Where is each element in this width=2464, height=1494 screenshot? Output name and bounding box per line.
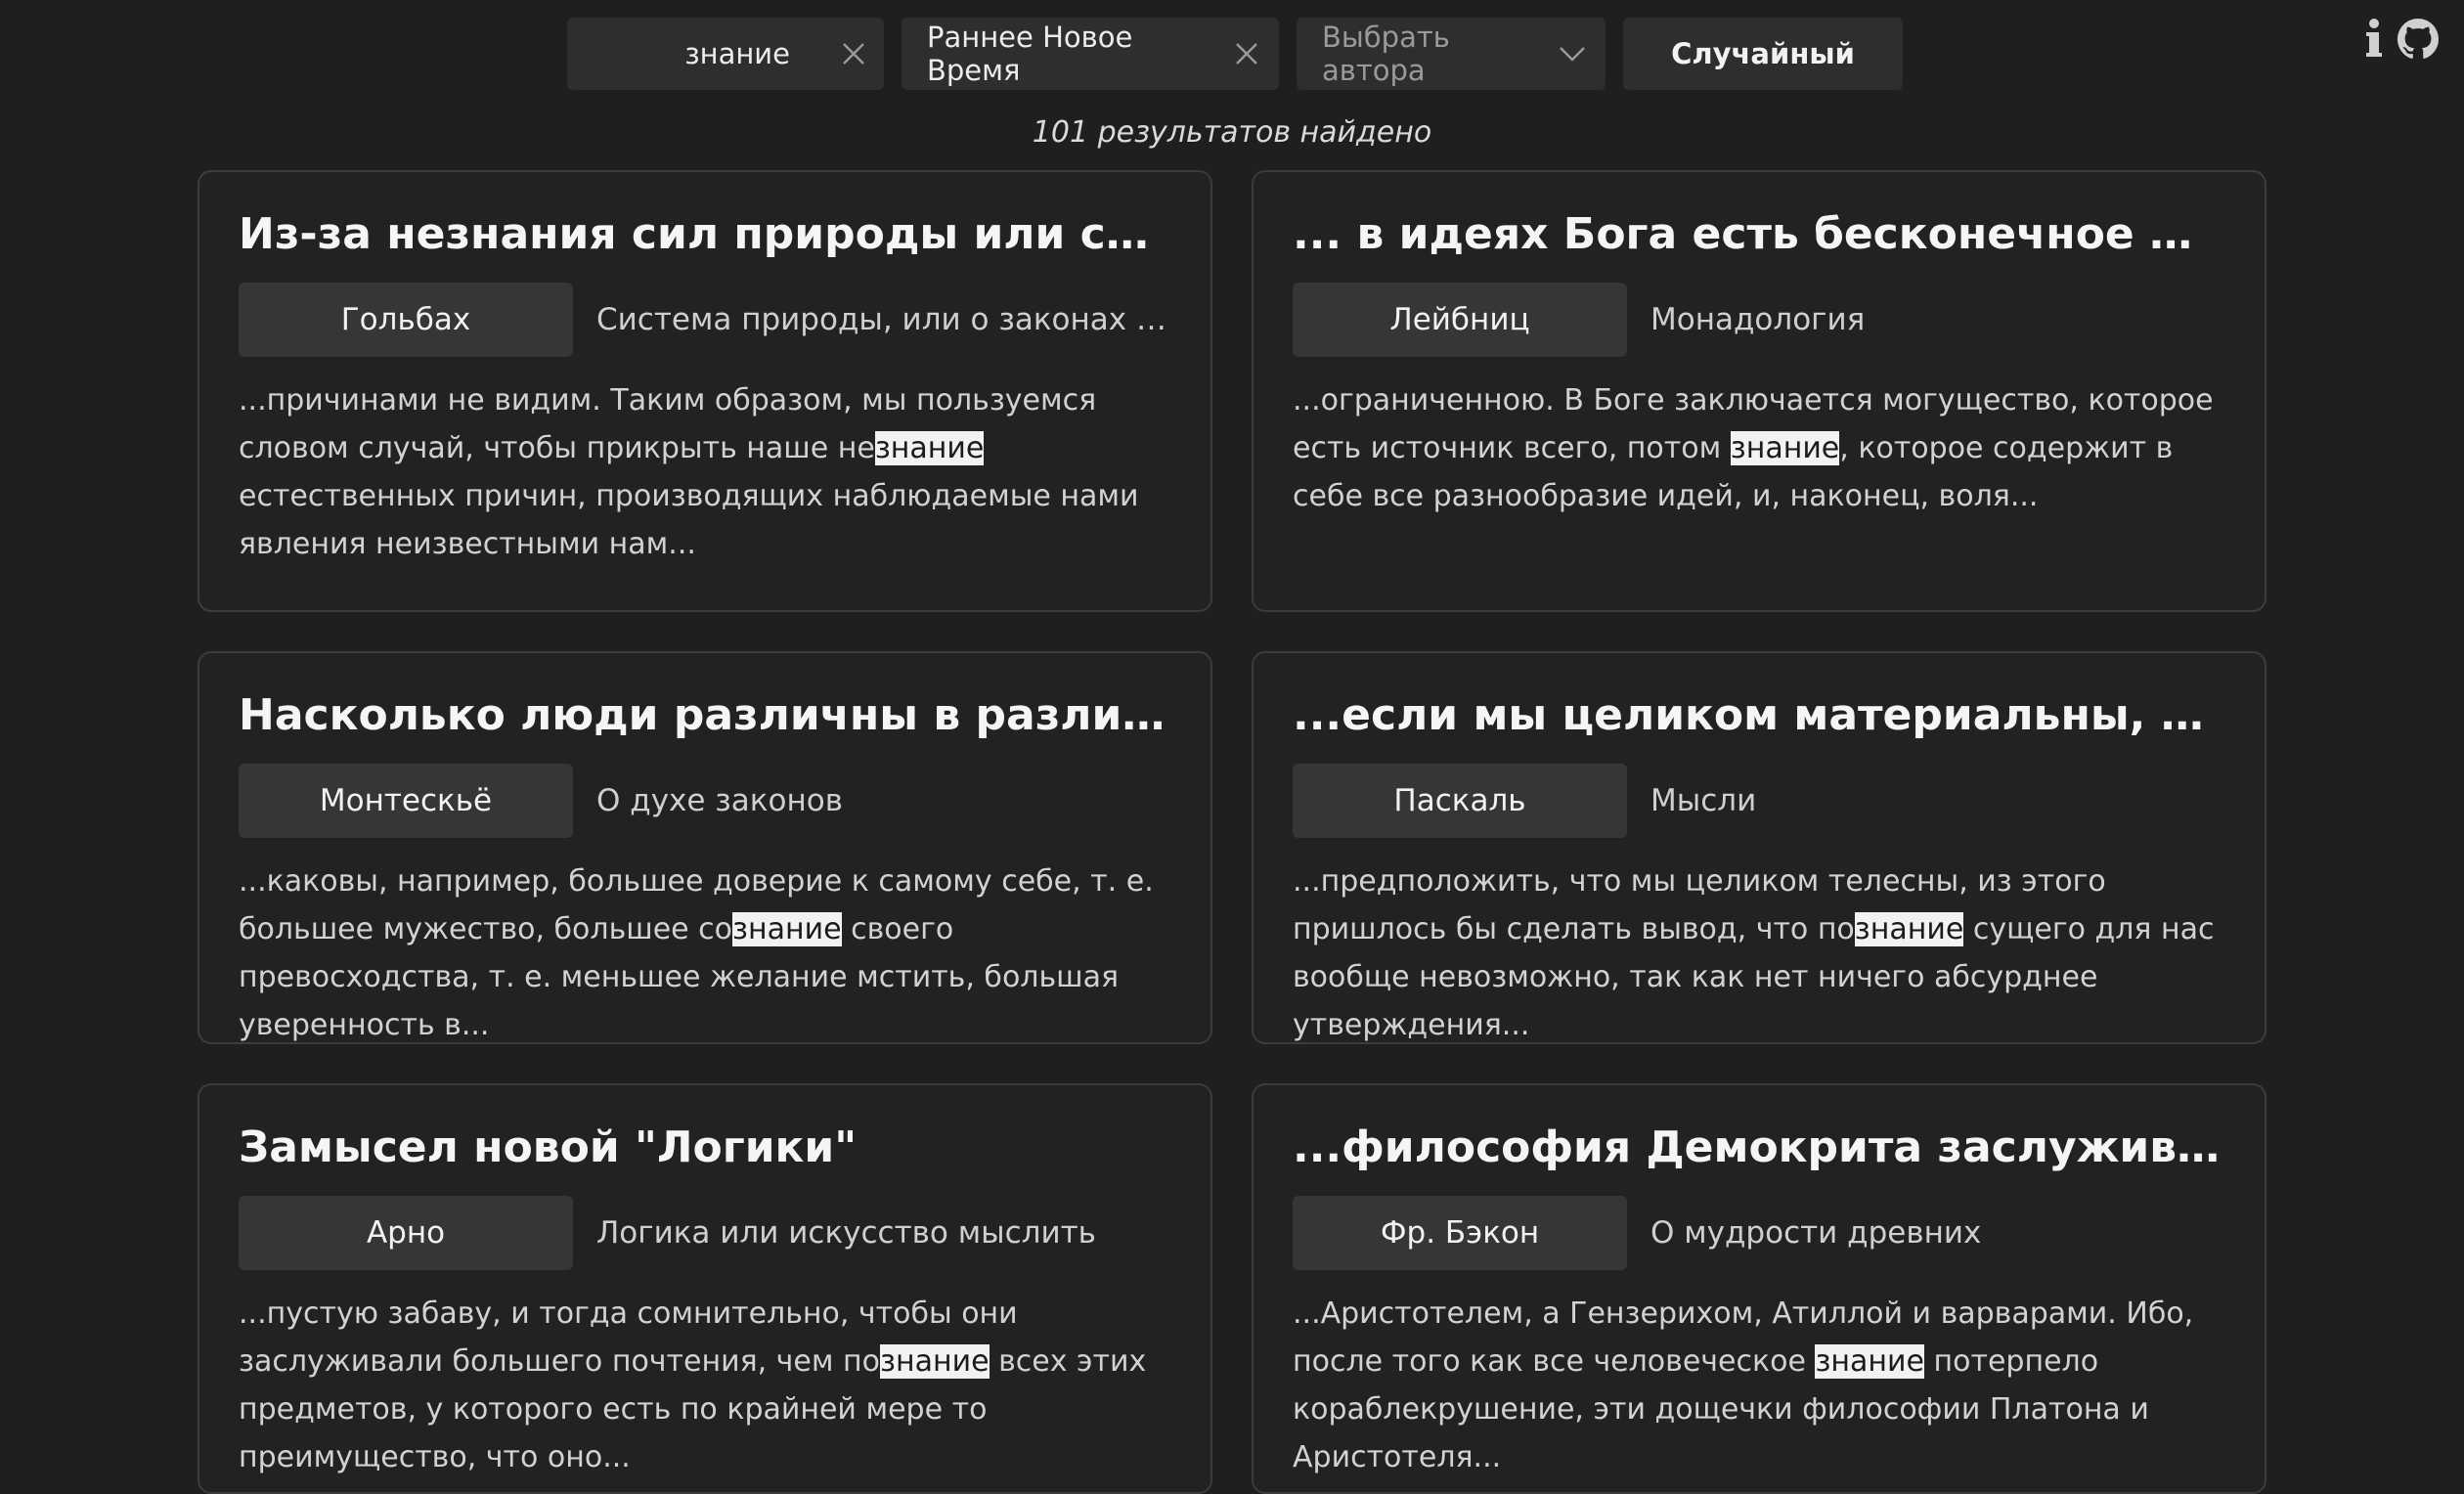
card-excerpt: ...Аристотелем, а Гензерихом, Атиллой и …: [1293, 1290, 2225, 1481]
author-chip[interactable]: Гольбах: [239, 282, 573, 357]
work-title: Система природы, или о законах м...: [596, 301, 1171, 337]
close-icon[interactable]: [1234, 41, 1259, 66]
card-title[interactable]: ...философия Демокрита заслуживает тог..…: [1293, 1122, 2225, 1174]
chevron-down-icon: [1559, 45, 1586, 63]
search-toolbar: знание Раннее Новое Время Выбрать автора…: [567, 18, 1903, 90]
work-title: Логика или искусство мыслить: [596, 1214, 1096, 1251]
card-excerpt: ...каковы, например, большее доверие к с…: [239, 857, 1171, 1042]
search-highlight: знание: [1730, 430, 1840, 465]
era-filter-select[interactable]: Раннее Новое Время: [902, 18, 1279, 90]
excerpt-text: ...каковы, например, большее доверие к с…: [239, 863, 1154, 946]
work-title: О мудрости древних: [1650, 1214, 1982, 1251]
card-title[interactable]: Насколько люди различны в различных к...: [239, 690, 1171, 742]
header-icons: [2364, 18, 2439, 65]
info-icon[interactable]: [2364, 18, 2384, 65]
quote-card[interactable]: ...если мы целиком материальны, познан..…: [1252, 651, 2266, 1044]
card-title[interactable]: Замысел новой "Логики": [239, 1122, 1171, 1174]
results-count: 101 результатов найдено: [1032, 115, 1432, 150]
card-meta: Лейбниц Монадология: [1293, 282, 2225, 357]
card-excerpt: ...причинами не видим. Таким образом, мы…: [239, 376, 1171, 568]
search-highlight: знание: [732, 911, 842, 946]
quote-card[interactable]: ...философия Демокрита заслуживает тог..…: [1252, 1083, 2266, 1494]
card-title[interactable]: ...если мы целиком материальны, познан..…: [1293, 690, 2225, 742]
search-highlight: знание: [1854, 911, 1964, 946]
author-select-placeholder: Выбрать автора: [1322, 21, 1450, 87]
author-select[interactable]: Выбрать автора: [1297, 18, 1606, 90]
quote-card[interactable]: Насколько люди различны в различных к...…: [198, 651, 1212, 1044]
work-title: Мысли: [1650, 782, 1757, 818]
author-chip[interactable]: Лейбниц: [1293, 282, 1627, 357]
work-title: О духе законов: [596, 782, 843, 818]
quote-card[interactable]: Из-за незнания сил природы или свойств .…: [198, 170, 1212, 612]
work-title: Монадология: [1650, 301, 1866, 337]
search-highlight: знание: [880, 1343, 990, 1379]
quote-card[interactable]: ... в идеях Бога есть бесконечное множес…: [1252, 170, 2266, 612]
era-filter-value: Раннее Новое Время: [927, 21, 1133, 87]
card-meta: Монтескьё О духе законов: [239, 763, 1171, 838]
random-button[interactable]: Случайный: [1623, 18, 1903, 90]
random-button-label: Случайный: [1671, 37, 1855, 70]
search-highlight: знание: [1815, 1343, 1924, 1379]
card-excerpt: ...пустую забаву, и тогда сомнительно, ч…: [239, 1290, 1171, 1481]
card-excerpt: ...ограниченною. В Боге заключается могу…: [1293, 376, 2225, 520]
search-input-value: знание: [684, 37, 790, 70]
card-excerpt: ...предположить, что мы целиком телесны,…: [1293, 857, 2225, 1042]
author-chip[interactable]: Монтескьё: [239, 763, 573, 838]
excerpt-text: естественных причин, производящих наблюд…: [239, 478, 1139, 561]
card-title[interactable]: ... в идеях Бога есть бесконечное множес…: [1293, 209, 2225, 261]
card-meta: Фр. Бэкон О мудрости древних: [1293, 1195, 2225, 1270]
author-chip[interactable]: Фр. Бэкон: [1293, 1195, 1627, 1270]
card-title[interactable]: Из-за незнания сил природы или свойств .…: [239, 209, 1171, 261]
card-meta: Паскаль Мысли: [1293, 763, 2225, 838]
search-input[interactable]: знание: [567, 18, 884, 90]
author-chip[interactable]: Арно: [239, 1195, 573, 1270]
card-meta: Арно Логика или искусство мыслить: [239, 1195, 1171, 1270]
author-chip[interactable]: Паскаль: [1293, 763, 1627, 838]
search-highlight: знание: [874, 430, 985, 465]
close-icon[interactable]: [841, 41, 866, 66]
github-icon[interactable]: [2398, 19, 2439, 64]
quote-card[interactable]: Замысел новой "Логики" Арно Логика или и…: [198, 1083, 1212, 1494]
results-grid: Из-за незнания сил природы или свойств .…: [198, 170, 2266, 1494]
card-meta: Гольбах Система природы, или о законах м…: [239, 282, 1171, 357]
